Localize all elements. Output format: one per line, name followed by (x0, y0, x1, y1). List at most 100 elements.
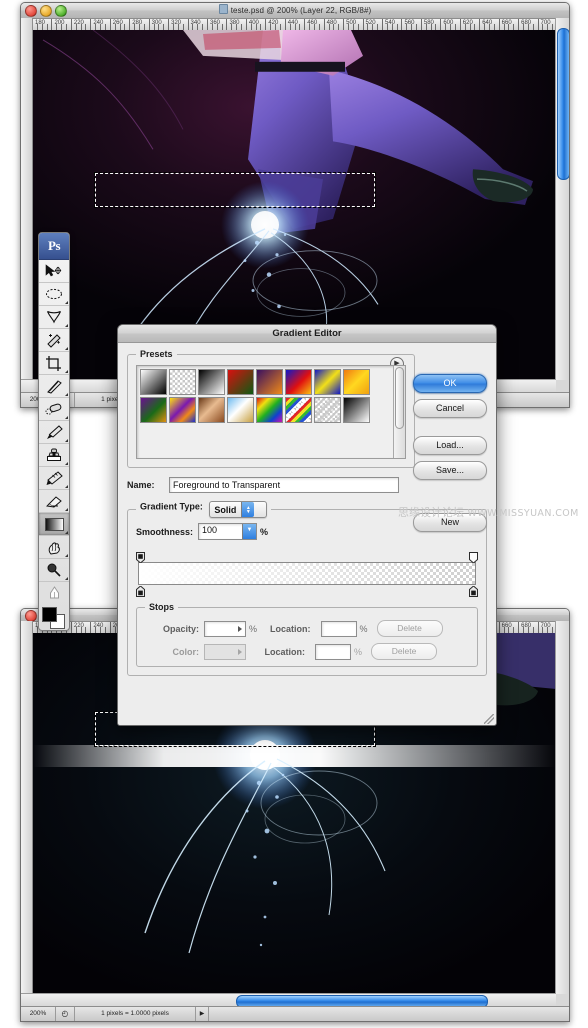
preset-swatch[interactable] (314, 397, 341, 423)
opacity-input[interactable] (204, 620, 246, 637)
color-input[interactable] (204, 643, 246, 660)
ruler-tick (109, 622, 111, 633)
preset-swatch[interactable] (343, 369, 370, 395)
crop-tool[interactable] (39, 352, 69, 375)
preset-swatch[interactable] (169, 397, 196, 423)
delete-color-stop-button[interactable]: Delete (371, 643, 438, 660)
ruler-tick (226, 19, 228, 30)
preset-swatch-grid[interactable] (137, 366, 374, 426)
preset-swatch[interactable] (227, 369, 254, 395)
vertical-scroll-thumb-1[interactable] (557, 28, 569, 180)
horizontal-scrollbar-2[interactable] (21, 993, 556, 1008)
preset-swatch[interactable] (256, 369, 283, 395)
ruler-tick (148, 19, 150, 30)
cancel-button[interactable]: Cancel (413, 399, 487, 418)
ruler-tick (362, 19, 364, 30)
load-button[interactable]: Load... (413, 436, 487, 455)
preset-swatch[interactable] (314, 369, 341, 395)
blur-tool[interactable] (39, 536, 69, 559)
watermark-cn: 思缘设计论坛 (398, 506, 464, 519)
ruler-tick (343, 19, 345, 30)
gradient-type-label: Gradient Type: (140, 501, 203, 512)
vertical-ruler-2[interactable] (21, 621, 33, 994)
smoothness-stepper[interactable]: 100 ▼ (198, 523, 258, 540)
color-stop-icon (136, 585, 145, 597)
color-label: Color: (172, 646, 200, 657)
dodge-tool[interactable] (39, 559, 69, 582)
healing-brush-tool[interactable] (39, 398, 69, 421)
opacity-stop-left[interactable] (136, 550, 145, 564)
chevron-right-icon (238, 648, 242, 655)
preset-swatch[interactable] (140, 397, 167, 423)
document-icon (218, 4, 228, 14)
preset-swatch[interactable] (169, 369, 196, 395)
pen-tool[interactable] (39, 582, 69, 604)
save-button[interactable]: Save... (413, 461, 487, 480)
zoom-level-2[interactable]: 200% (21, 1007, 56, 1021)
foreground-color-swatch[interactable] (42, 607, 57, 622)
ruler-tick (265, 19, 267, 30)
color-stop-right[interactable] (469, 584, 478, 597)
opacity-stop-right[interactable] (469, 550, 478, 564)
smoothness-label: Smoothness: (136, 526, 194, 537)
brush-tool[interactable] (39, 421, 69, 444)
ok-button[interactable]: OK (413, 374, 487, 393)
status-menu-arrow-2[interactable]: ▶ (196, 1007, 209, 1021)
status-filler-2 (209, 1007, 569, 1021)
history-brush-tool[interactable] (39, 467, 69, 490)
preset-swatch[interactable] (285, 369, 312, 395)
ellipse-marquee-icon (46, 288, 62, 300)
gradient-type-value: Solid (214, 504, 237, 515)
lasso-tool[interactable] (39, 306, 69, 329)
preset-swatch[interactable] (343, 397, 370, 423)
preset-swatch[interactable] (256, 397, 283, 423)
slice-tool[interactable] (39, 375, 69, 398)
history-brush-icon (46, 470, 63, 485)
gradient-type-legend: Gradient Type: Solid ▲ ▼ (136, 501, 271, 518)
smoothness-value: 100 (202, 525, 218, 535)
delete-opacity-stop-button[interactable]: Delete (376, 620, 443, 637)
name-label: Name: (127, 480, 155, 490)
presets-scrollbar[interactable] (393, 366, 405, 458)
ruler-tick (90, 622, 92, 633)
ruler-tick (90, 19, 92, 30)
color-stop-left[interactable] (136, 584, 145, 597)
presets-scroll-thumb[interactable] (395, 367, 404, 429)
preset-swatch[interactable] (140, 369, 167, 395)
vertical-scrollbar-2[interactable] (555, 621, 569, 994)
preset-swatch[interactable] (198, 397, 225, 423)
gradient-editor-dialog[interactable]: Gradient Editor Presets ▶ Name: Foregrou… (117, 324, 497, 726)
window-1-titlebar[interactable]: teste.psd @ 200% (Layer 22, RGB/8#) (21, 3, 569, 19)
ruler-tick (401, 19, 403, 30)
clone-stamp-tool[interactable] (39, 444, 69, 467)
presets-list[interactable] (136, 365, 406, 459)
move-tool[interactable] (39, 260, 69, 283)
status-icon-2[interactable]: ◴ (56, 1007, 75, 1021)
elliptical-marquee-tool[interactable] (39, 283, 69, 306)
color-location-input[interactable] (315, 643, 352, 660)
clone-stamp-icon (47, 448, 61, 461)
color-swatches[interactable] (39, 604, 69, 630)
ruler-tick (459, 19, 461, 30)
opacity-location-input[interactable] (320, 620, 357, 637)
flyout-indicator (65, 462, 68, 465)
chevron-down-icon[interactable]: ▼ (242, 524, 257, 539)
move-tool-icon (45, 264, 62, 277)
flyout-indicator (65, 347, 68, 350)
tools-palette[interactable]: Ps (38, 232, 70, 631)
gradient-preview-area[interactable] (136, 550, 478, 597)
preset-swatch[interactable] (227, 397, 254, 423)
preset-swatch[interactable] (198, 369, 225, 395)
gradient-type-select[interactable]: Solid ▲ ▼ (209, 501, 268, 518)
eraser-tool[interactable] (39, 490, 69, 513)
dodge-icon (47, 563, 61, 577)
gradient-tool[interactable] (39, 513, 69, 536)
vertical-ruler-1[interactable] (21, 18, 33, 380)
gradient-name-input[interactable]: Foreground to Transparent (169, 477, 399, 493)
preset-swatch[interactable] (285, 397, 312, 423)
dialog-resize-grip[interactable] (484, 714, 494, 724)
gradient-preview-bar[interactable] (138, 562, 476, 585)
magic-wand-tool[interactable] (39, 329, 69, 352)
vertical-scrollbar-1[interactable] (555, 18, 569, 380)
color-location-unit: % (354, 646, 363, 657)
